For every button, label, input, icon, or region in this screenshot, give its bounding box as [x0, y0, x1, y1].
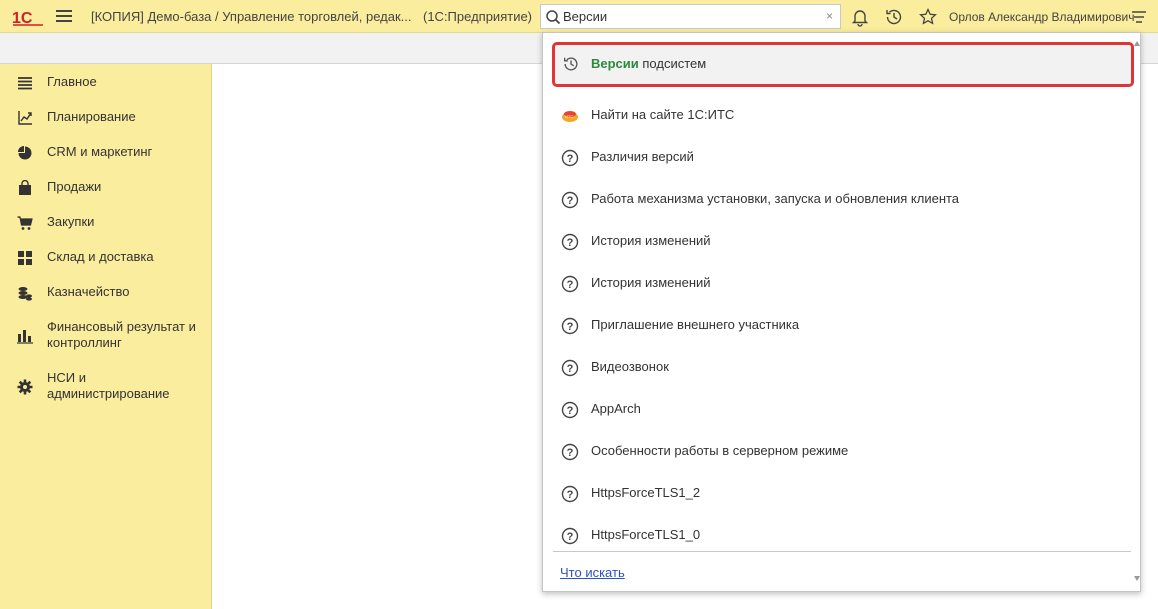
- result-label: Работа механизма установки, запуска и об…: [591, 191, 960, 206]
- 1c-logo-icon[interactable]: 1С: [12, 8, 44, 26]
- result-label: Особенности работы в серверном режиме: [591, 443, 849, 458]
- result-item[interactable]: ? Особенности работы в серверном режиме: [543, 430, 1140, 472]
- top-bar: 1С [КОПИЯ] Демо-база / Управление торгов…: [0, 0, 1158, 33]
- result-label: Версии подсистем: [591, 56, 706, 71]
- history-icon: [564, 57, 578, 71]
- clear-search-icon[interactable]: ×: [826, 9, 833, 23]
- result-label: Различия версий: [591, 149, 694, 164]
- planning-icon: [18, 111, 32, 125]
- result-label: История изменений: [591, 233, 711, 248]
- sidebar-item-label: Склад и доставка: [47, 249, 154, 264]
- help-icon: ?: [561, 527, 579, 545]
- sidebar-item-label: Казначейство: [47, 284, 130, 299]
- search-results-dropdown: Версии подсистем ИТС Найти на сайте 1С:И…: [542, 32, 1141, 592]
- sidebar-item-label: Планирование: [47, 109, 136, 124]
- result-item[interactable]: ? HttpsForceTLS1_2: [543, 472, 1140, 514]
- what-to-search-link[interactable]: Что искать: [560, 565, 625, 580]
- bag-icon: [19, 180, 31, 195]
- svg-text:?: ?: [567, 153, 574, 165]
- help-icon: ?: [561, 317, 579, 335]
- search-input[interactable]: [563, 7, 813, 26]
- svg-text:?: ?: [567, 489, 574, 501]
- svg-text:?: ?: [567, 531, 574, 543]
- sidebar-item-label: Закупки: [47, 214, 95, 229]
- sidebar-item-label: Главное: [47, 74, 97, 89]
- svg-text:?: ?: [567, 363, 574, 375]
- help-icon: ?: [561, 149, 579, 167]
- bars-icon: [17, 330, 33, 344]
- help-icon: ?: [561, 443, 579, 461]
- help-icon: ?: [561, 485, 579, 503]
- result-label: Видеозвонок: [591, 359, 669, 374]
- main-menu-icon[interactable]: [56, 10, 72, 24]
- help-icon: ?: [561, 233, 579, 251]
- list-icon: [18, 77, 32, 90]
- sidebar-item-label: Продажи: [47, 179, 102, 194]
- cart-icon: [17, 216, 33, 230]
- dropdown-divider: [553, 551, 1131, 552]
- result-item[interactable]: ? История изменений: [543, 262, 1140, 304]
- result-label: HttpsForceTLS1_2: [591, 485, 701, 500]
- help-icon: ?: [561, 401, 579, 419]
- search-box[interactable]: ×: [540, 4, 841, 29]
- pie-icon: [18, 146, 32, 160]
- sidebar-item-label: НСИ и администрирование: [47, 370, 170, 401]
- help-icon: ?: [561, 191, 579, 209]
- rest-text: подсистем: [638, 56, 707, 71]
- result-item[interactable]: ? Видеозвонок: [543, 346, 1140, 388]
- coins-icon: [18, 287, 32, 301]
- result-item[interactable]: ? Приглашение внешнего участника: [543, 304, 1140, 346]
- svg-text:?: ?: [567, 279, 574, 291]
- menu-filter-icon[interactable]: [1129, 7, 1149, 27]
- result-item[interactable]: ? История изменений: [543, 220, 1140, 262]
- result-label: HttpsForceTLS1_0: [591, 527, 701, 542]
- result-label: AppArch: [591, 401, 641, 416]
- app-mode-label: (1С:Предприятие): [423, 9, 533, 24]
- its-icon: ИТС: [562, 111, 578, 122]
- star-icon[interactable]: [918, 7, 938, 27]
- sidebar: Главное Планирование CRM и маркетинг Про…: [0, 64, 212, 609]
- search-icon: [546, 10, 561, 25]
- match-text: Версии: [591, 56, 639, 71]
- result-item[interactable]: ? Работа механизма установки, запуска и …: [543, 178, 1140, 220]
- svg-text:?: ?: [567, 447, 574, 459]
- dropdown-scrollbar[interactable]: [1134, 41, 1140, 581]
- window-title: [КОПИЯ] Демо-база / Управление торговлей…: [91, 9, 412, 24]
- user-name[interactable]: Орлов Александр Владимирович: [949, 10, 1135, 24]
- sidebar-item-label: CRM и маркетинг: [47, 144, 153, 159]
- svg-text:ИТС: ИТС: [565, 114, 573, 119]
- bell-icon[interactable]: [850, 7, 870, 27]
- result-label: Найти на сайте 1С:ИТС: [591, 107, 735, 122]
- svg-text:?: ?: [567, 321, 574, 333]
- svg-text:?: ?: [567, 237, 574, 249]
- result-item[interactable]: ? HttpsForceTLS1_0: [543, 514, 1140, 556]
- svg-text:1С: 1С: [12, 10, 33, 26]
- grid-icon: [18, 251, 32, 265]
- svg-text:?: ?: [567, 195, 574, 207]
- result-label: Приглашение внешнего участника: [591, 317, 800, 332]
- highlighted-result[interactable]: Версии подсистем: [552, 42, 1134, 87]
- result-item[interactable]: ? Различия версий: [543, 136, 1140, 178]
- help-icon: ?: [561, 275, 579, 293]
- svg-text:?: ?: [567, 405, 574, 417]
- result-item[interactable]: ? AppArch: [543, 388, 1140, 430]
- result-label: История изменений: [591, 275, 711, 290]
- sidebar-item-label: Финансовый результат и контроллинг: [47, 319, 196, 350]
- gear-icon: [17, 379, 33, 395]
- history-icon[interactable]: [884, 7, 904, 27]
- help-icon: ?: [561, 359, 579, 377]
- result-its[interactable]: ИТС Найти на сайте 1С:ИТС: [543, 94, 1140, 136]
